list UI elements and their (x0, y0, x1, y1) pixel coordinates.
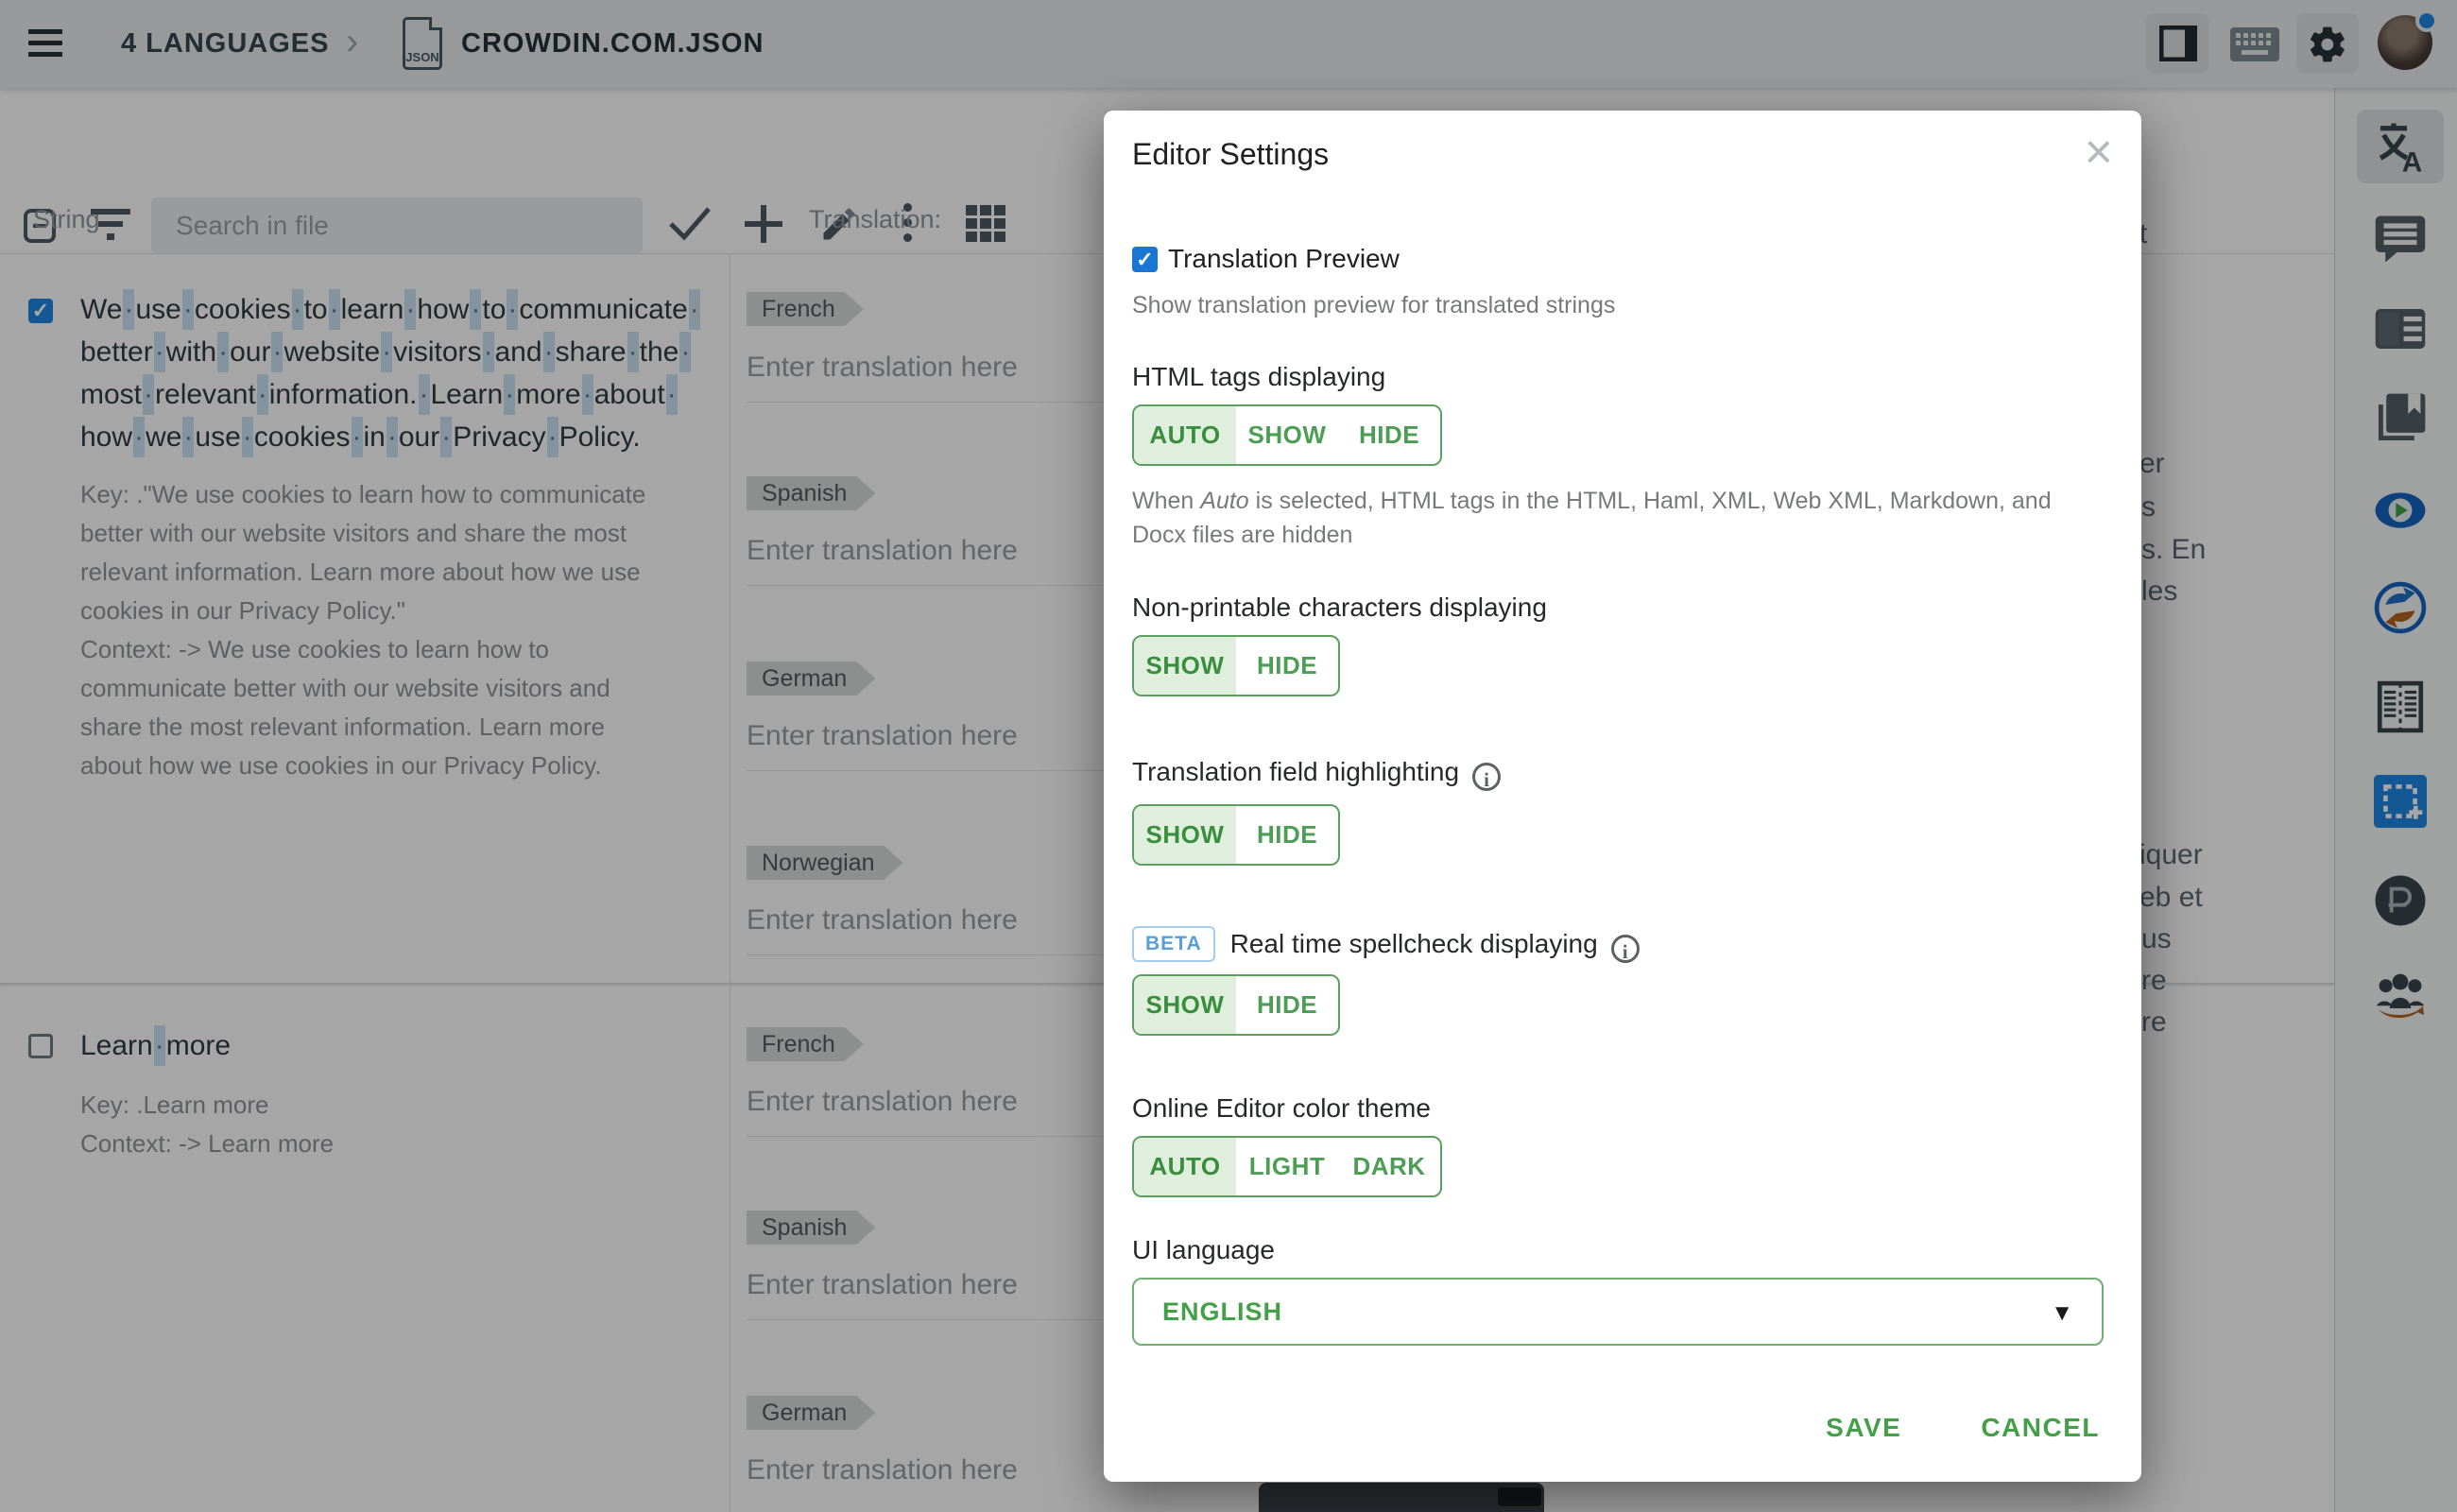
non-printable-option-hide[interactable]: HIDE (1236, 637, 1338, 695)
spellcheck-option-hide[interactable]: HIDE (1236, 976, 1338, 1034)
modal-title: Editor Settings (1132, 137, 1329, 172)
translation-preview-label[interactable]: Translation Preview (1168, 244, 1400, 274)
color-theme-option-light[interactable]: LIGHT (1236, 1138, 1338, 1195)
save-button[interactable]: SAVE (1826, 1413, 1901, 1443)
html-tags-help-text: When Auto is selected, HTML tags in the … (1132, 484, 2058, 552)
field-highlighting-segmented-control: SHOW HIDE (1132, 804, 1340, 866)
translation-preview-desc: Show translation preview for translated … (1132, 292, 1615, 319)
spellcheck-segmented-control: SHOW HIDE (1132, 974, 1340, 1036)
ui-language-select[interactable]: ENGLISH ▼ (1132, 1278, 2104, 1346)
color-theme-segmented-control: AUTO LIGHT DARK (1132, 1136, 1442, 1197)
cancel-button[interactable]: CANCEL (1981, 1413, 2100, 1443)
html-tags-option-show[interactable]: SHOW (1236, 406, 1338, 464)
info-icon[interactable]: i (1611, 935, 1640, 963)
non-printable-option-show[interactable]: SHOW (1134, 637, 1236, 695)
close-icon[interactable]: × (2085, 128, 2113, 177)
field-highlighting-option-show[interactable]: SHOW (1134, 806, 1236, 864)
color-theme-option-auto[interactable]: AUTO (1134, 1138, 1236, 1195)
html-tags-option-hide[interactable]: HIDE (1338, 406, 1440, 464)
crowdin-editor: 4 LANGUAGES › JSON CROWDIN.COM.JSON (0, 0, 2457, 1512)
modal-actions: SAVE CANCEL (1826, 1413, 2100, 1443)
non-printable-segmented-control: SHOW HIDE (1132, 635, 1340, 696)
html-tags-heading: HTML tags displaying (1132, 362, 1385, 392)
color-theme-heading: Online Editor color theme (1132, 1093, 1431, 1124)
spellcheck-heading: BETAReal time spellcheck displayingi (1132, 926, 1640, 963)
ui-language-value: ENGLISH (1162, 1297, 1282, 1327)
spellcheck-option-show[interactable]: SHOW (1134, 976, 1236, 1034)
field-highlighting-heading: Translation field highlightingi (1132, 757, 1501, 791)
html-tags-segmented-control: AUTO SHOW HIDE (1132, 404, 1442, 466)
help-italic-word: Auto (1200, 488, 1248, 514)
ui-language-heading: UI language (1132, 1235, 1275, 1265)
html-tags-option-auto[interactable]: AUTO (1134, 406, 1236, 464)
editor-settings-modal: Editor Settings × ✓ Translation Preview … (1104, 111, 2141, 1482)
info-icon[interactable]: i (1472, 763, 1501, 791)
translation-preview-checkbox[interactable]: ✓ (1132, 247, 1158, 272)
chevron-down-icon: ▼ (2051, 1300, 2073, 1327)
non-printable-heading: Non-printable characters displaying (1132, 593, 1547, 623)
color-theme-option-dark[interactable]: DARK (1338, 1138, 1440, 1195)
beta-badge: BETA (1132, 926, 1215, 962)
field-highlighting-option-hide[interactable]: HIDE (1236, 806, 1338, 864)
